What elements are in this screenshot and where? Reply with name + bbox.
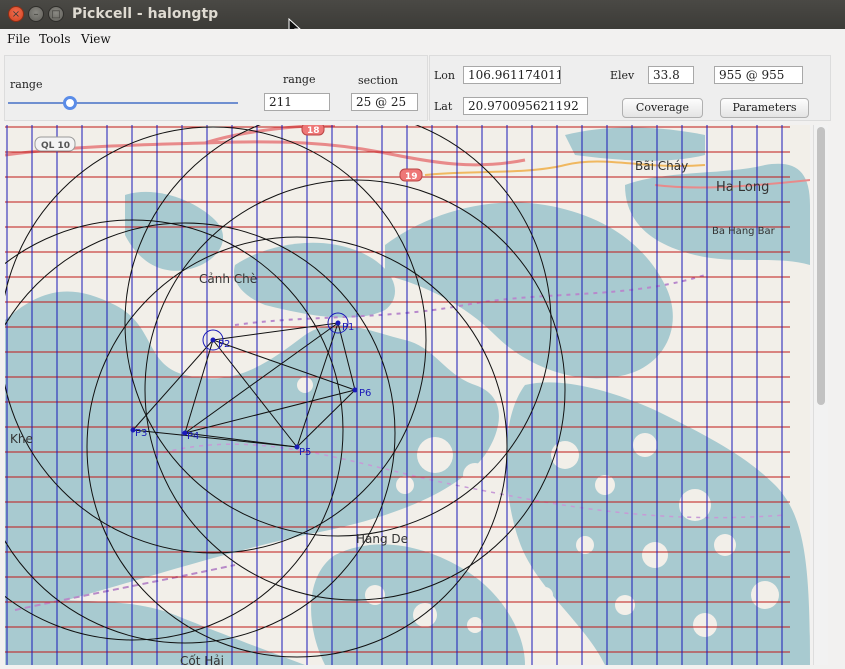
- elev-input[interactable]: 33.8: [648, 66, 694, 84]
- place-label-ba-hang-bar: Ba Hang Bar: [712, 226, 776, 237]
- lat-input[interactable]: 20.970095621192: [463, 97, 588, 115]
- map-svg[interactable]: P1 P2 P3 P4 P5 P6 Cảnh Chè Bãi Cháy Ha L…: [5, 125, 810, 665]
- place-label-khe: Khe: [10, 432, 33, 446]
- menu-bar: File Tools View: [0, 29, 845, 49]
- section-input[interactable]: 25 @ 25: [351, 93, 418, 111]
- place-label-ha-long: Ha Long: [716, 180, 769, 195]
- range-input[interactable]: 211: [264, 93, 330, 111]
- range-panel: [4, 55, 428, 121]
- coverage-button[interactable]: Coverage: [622, 98, 703, 118]
- range-slider-track[interactable]: [8, 102, 238, 104]
- map-canvas[interactable]: P1 P2 P3 P4 P5 P6 Cảnh Chè Bãi Cháy Ha L…: [5, 125, 810, 665]
- point-label-p5: P5: [299, 447, 311, 458]
- place-label-cot-hai: Cốt Hải: [180, 654, 224, 665]
- place-label-canh-che: Cảnh Chè: [199, 272, 257, 286]
- vertical-scrollbar[interactable]: [813, 125, 828, 665]
- range-slider-thumb[interactable]: [63, 96, 78, 110]
- lon-input[interactable]: 106.96117401123: [463, 66, 561, 84]
- status-strip: [0, 665, 845, 669]
- road-shield-ql10: QL 10: [41, 141, 70, 151]
- minimize-window-button[interactable]: –: [28, 6, 44, 22]
- title-bar: × – □ Pickcell - halongtp: [0, 0, 845, 29]
- lon-label: Lon: [434, 69, 456, 82]
- point-label-p3: P3: [135, 428, 147, 439]
- point-label-p1: P1: [342, 322, 354, 333]
- menu-tools[interactable]: Tools: [39, 32, 71, 46]
- place-label-bai-chay: Bãi Cháy: [635, 159, 688, 173]
- lat-label: Lat: [434, 100, 453, 113]
- maximize-icon: □: [51, 9, 61, 20]
- grid-size-input[interactable]: 955 @ 955: [714, 66, 803, 84]
- range-slider-label: range: [10, 78, 43, 91]
- menu-view[interactable]: View: [81, 32, 111, 46]
- road-shield-19: 19: [405, 172, 418, 182]
- point-label-p4: P4: [187, 431, 199, 442]
- section-label: section: [358, 74, 398, 87]
- scrollbar-thumb[interactable]: [817, 127, 825, 405]
- window-title: Pickcell - halongtp: [72, 6, 219, 22]
- close-icon: ×: [11, 9, 21, 20]
- menu-file[interactable]: File: [7, 32, 30, 46]
- point-label-p6: P6: [359, 388, 371, 399]
- elev-label: Elev: [610, 69, 635, 82]
- range-field-label: range: [283, 73, 316, 86]
- point-label-p2: P2: [218, 339, 230, 350]
- place-label-hang-de: Hang De: [356, 532, 408, 546]
- close-window-button[interactable]: ×: [8, 6, 24, 22]
- parameters-button[interactable]: Parameters: [720, 98, 809, 118]
- road-shield-18: 18: [307, 126, 320, 136]
- maximize-window-button[interactable]: □: [48, 6, 64, 22]
- minimize-icon: –: [33, 9, 39, 20]
